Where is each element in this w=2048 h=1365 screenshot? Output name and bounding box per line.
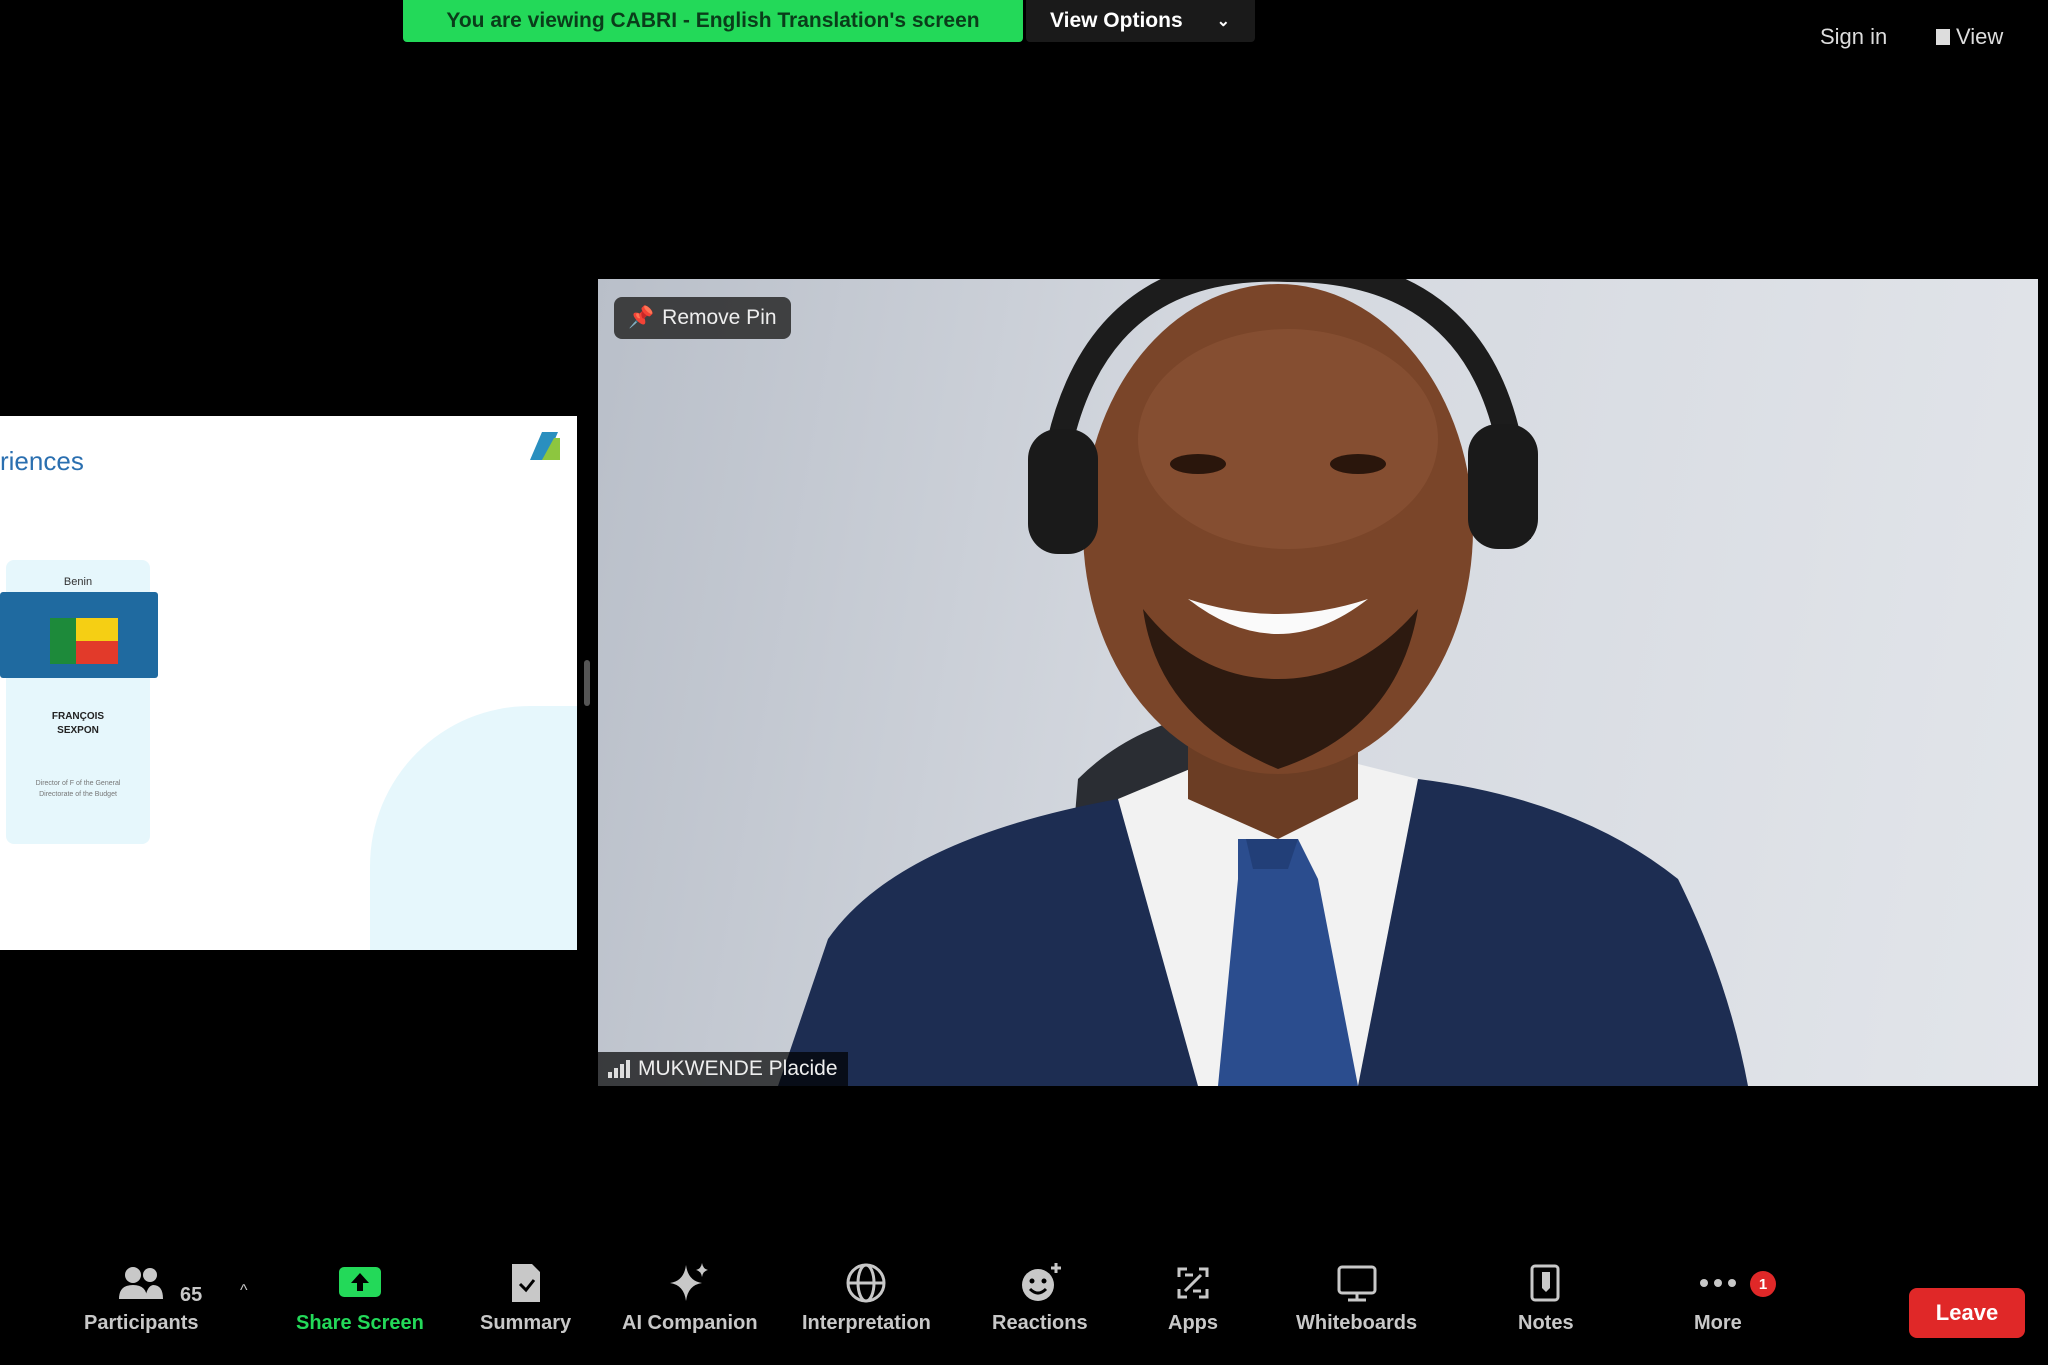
- shared-slide-thumbnail[interactable]: riences Benin FRANÇOIS SEXPON Director o…: [0, 416, 577, 950]
- share-screen-button[interactable]: Share Screen: [296, 1258, 424, 1335]
- apps-button[interactable]: Apps: [1168, 1258, 1218, 1335]
- participants-count: 65: [180, 1284, 203, 1306]
- notes-button[interactable]: Notes: [1518, 1258, 1574, 1335]
- participant-name: MUKWENDE Placide: [638, 1057, 838, 1080]
- reactions-button[interactable]: Reactions: [992, 1258, 1088, 1335]
- summary-button[interactable]: Summary: [480, 1258, 571, 1335]
- chevron-up-icon[interactable]: ^: [240, 1282, 248, 1300]
- split-resize-handle[interactable]: [584, 660, 590, 706]
- whiteboards-label: Whiteboards: [1296, 1312, 1418, 1334]
- notes-label: Notes: [1518, 1312, 1574, 1334]
- more-notification-badge: 1: [1750, 1271, 1776, 1297]
- view-layout-icon: [1936, 29, 1950, 45]
- reaction-icon: [1021, 1263, 1061, 1301]
- slide-title: riences: [0, 446, 84, 476]
- chevron-down-icon: ⌄: [1216, 13, 1231, 30]
- summary-label: Summary: [480, 1312, 572, 1334]
- whiteboards-button[interactable]: Whiteboards: [1296, 1258, 1417, 1335]
- participants-icon: [119, 1267, 164, 1299]
- whiteboard-icon: [1337, 1265, 1377, 1302]
- interpretation-label: Interpretation: [802, 1312, 931, 1334]
- viewing-screen-banner: You are viewing CABRI - English Translat…: [403, 0, 1023, 42]
- sparkle-icon: [669, 1263, 708, 1301]
- remove-pin-label: Remove Pin: [662, 306, 777, 329]
- sign-in-link[interactable]: Sign in: [1820, 24, 1887, 50]
- more-dots-icon: [1699, 1279, 1736, 1287]
- leave-button[interactable]: Leave: [1909, 1288, 2025, 1338]
- share-screen-label: Share Screen: [296, 1312, 424, 1334]
- ai-companion-button[interactable]: AI Companion: [622, 1258, 758, 1335]
- card-name-line2: SEXPON: [57, 725, 99, 736]
- card-country: Benin: [63, 576, 93, 588]
- slide-logo-icon: [530, 432, 560, 460]
- view-options-label: View Options: [1050, 9, 1183, 32]
- apps-label: Apps: [1168, 1312, 1218, 1334]
- notes-icon: [1530, 1264, 1560, 1302]
- view-options-button[interactable]: View Options ⌄: [1026, 0, 1255, 42]
- participant-name-tag: MUKWENDE Placide: [598, 1052, 848, 1086]
- interpretation-button[interactable]: Interpretation: [802, 1258, 931, 1335]
- more-label: More: [1694, 1312, 1742, 1334]
- card-name: FRANÇOIS SEXPON: [6, 710, 150, 738]
- reactions-label: Reactions: [992, 1312, 1088, 1334]
- speaker-card: Benin FRANÇOIS SEXPON Director of F of t…: [0, 560, 158, 844]
- view-button[interactable]: View: [1936, 24, 2003, 50]
- signal-strength-icon: [608, 1060, 630, 1078]
- share-screen-icon: [338, 1267, 381, 1297]
- more-button[interactable]: More: [1694, 1258, 1742, 1335]
- summary-icon: [511, 1264, 540, 1302]
- pin-icon: 📌: [628, 306, 655, 329]
- globe-icon: [846, 1263, 886, 1303]
- apps-icon: [1177, 1267, 1209, 1299]
- remove-pin-button[interactable]: 📌 Remove Pin: [614, 297, 791, 339]
- participants-label: Participants: [84, 1312, 199, 1334]
- view-button-label: View: [1956, 24, 2004, 49]
- meeting-toolbar: Participants 65 ^ Share Screen Summary A…: [0, 1258, 2048, 1365]
- card-name-line1: FRANÇOIS: [51, 711, 105, 722]
- card-description: Director of F of the General Directorate…: [35, 780, 121, 798]
- participant-video-feed: [778, 279, 1748, 1086]
- benin-flag-icon: [50, 618, 118, 664]
- ai-companion-label: AI Companion: [622, 1312, 758, 1334]
- slide-decoration: [370, 706, 577, 950]
- pinned-video-tile[interactable]: 📌 Remove Pin MUKWENDE Placide: [598, 279, 2038, 1086]
